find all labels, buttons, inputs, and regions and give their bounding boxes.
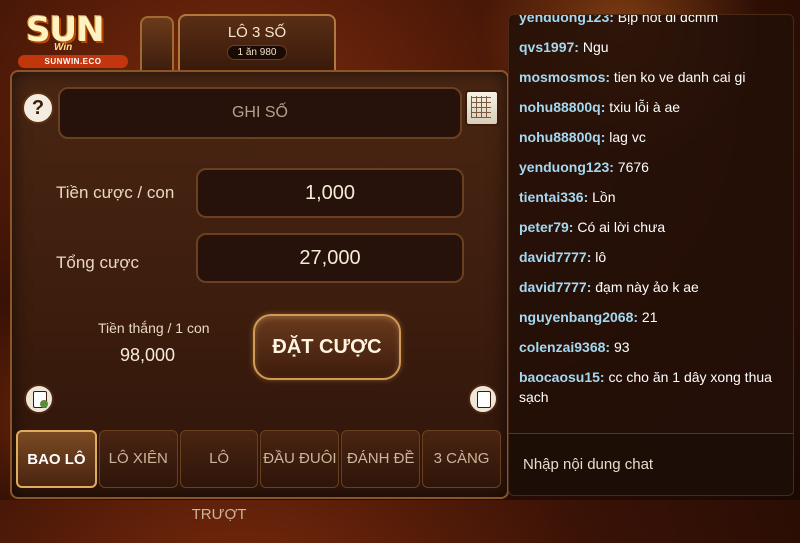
tab-3-cang[interactable]: 3 CÀNG	[422, 430, 501, 488]
chat-message: qvs1997: Ngu	[519, 39, 609, 55]
chat-message: colenzai9368: 93	[519, 339, 630, 355]
bet-per-input[interactable]: 1,000	[196, 168, 464, 218]
chat-message: peter79: Có ai lời chưa	[519, 219, 666, 235]
chat-message: nohu88800q: txiu lỗi à ae	[519, 99, 681, 115]
tab-danh-de[interactable]: ĐÁNH ĐỀ	[341, 430, 421, 488]
tab-title: LÔ 3 SỐ	[227, 24, 287, 41]
chat-message: mosmosmos: tien ko ve danh cai gi	[519, 69, 746, 85]
total-bet-value: 27,000	[196, 233, 464, 283]
chat-message: david7777: đạm này ảo k ae	[519, 279, 699, 295]
chat-message: nohu88800q: lag vc	[519, 129, 646, 145]
chat-message: tientai336: Lồn	[519, 189, 616, 205]
logo-domain: SUNWIN.ECO	[18, 55, 128, 68]
chat-messages[interactable]: yenduong123: Bịp hốt đi dcmm qvs1997: Ng…	[519, 15, 787, 433]
result-icon[interactable]	[468, 384, 498, 414]
chat-panel: yenduong123: Bịp hốt đi dcmm qvs1997: Ng…	[508, 14, 794, 496]
place-bet-button[interactable]: ĐẶT CƯỢC	[253, 314, 401, 380]
chat-message: yenduong123: Bịp hốt đi dcmm	[519, 14, 719, 25]
chat-message: yenduong123: 7676	[519, 159, 649, 175]
win-value: 98,000	[120, 345, 176, 365]
bet-per-label: Tiền cược / con	[56, 183, 175, 202]
history-icon[interactable]	[24, 384, 54, 414]
chat-message: david7777: lô	[519, 249, 607, 265]
sunwin-logo: SUN Win SUNWIN.ECO	[14, 8, 150, 68]
tab-lo-truot[interactable]: LÔ TRƯỢT	[179, 430, 259, 523]
tab-lo-xien[interactable]: LÔ XIÊN	[98, 430, 178, 488]
number-grid-icon[interactable]	[465, 90, 499, 126]
bottom-tabs: BAO LÔ LÔ XIÊN LÔ TRƯỢT ĐẦU ĐUÔI ĐÁNH ĐỀ…	[16, 430, 501, 523]
tab-bao-lo[interactable]: BAO LÔ	[16, 430, 97, 488]
chat-input[interactable]: Nhập nội dung chat	[509, 433, 793, 495]
help-button[interactable]: ?	[22, 92, 54, 124]
chat-message: baocaosu15: cc cho ăn 1 dây xong thua sạ…	[519, 369, 772, 405]
logo-sub: Win	[54, 42, 73, 53]
win-label: Tiền thắng / 1 con	[98, 320, 210, 336]
tab-back[interactable]	[140, 16, 174, 70]
tab-rate: 1 ăn 980	[226, 45, 288, 60]
chat-message: nguyenbang2068: 21	[519, 309, 658, 325]
number-input[interactable]: GHI SỐ	[58, 87, 462, 139]
tab-dau-duoi[interactable]: ĐẦU ĐUÔI	[260, 430, 340, 488]
total-bet-label: Tổng cược	[56, 253, 139, 272]
tab-lo-3-so[interactable]: LÔ 3 SỐ 1 ăn 980	[178, 14, 336, 70]
